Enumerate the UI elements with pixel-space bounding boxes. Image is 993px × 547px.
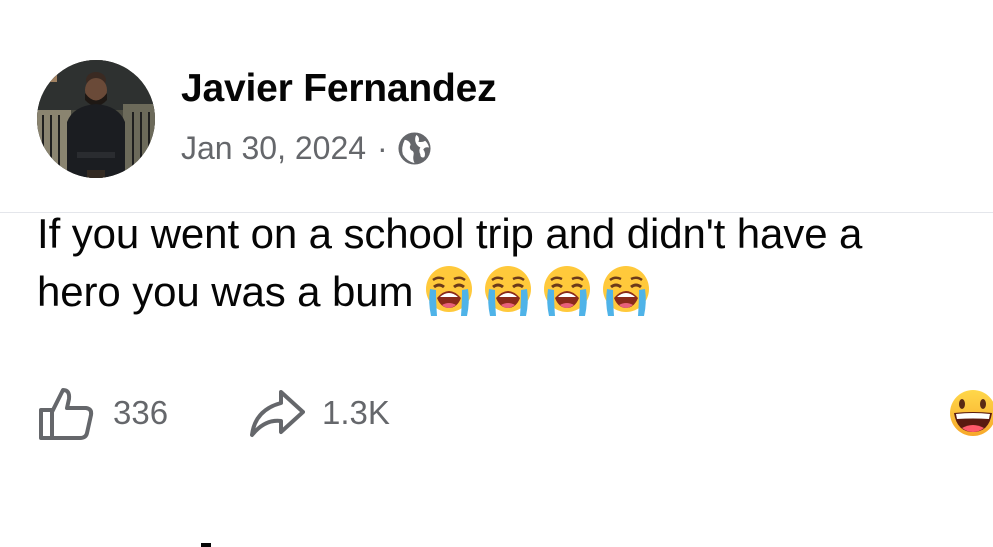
post-meta: Jan 30, 2024 · [181,128,432,168]
thumbs-up-icon [39,388,94,440]
author-name[interactable]: Javier Fernandez [181,66,497,112]
post-text-line-1: If you went on a school trip and didn't … [37,210,863,257]
partial-next-content [201,543,211,547]
loudly-crying-face-icon [485,266,532,316]
avatar-photo [37,60,155,178]
share-arrow-icon [250,390,305,437]
author-avatar[interactable] [37,60,155,178]
share-button[interactable]: 1.3K [247,384,390,442]
post-card: Javier Fernandez Jan 30, 2024 · If you w… [0,0,993,547]
loudly-crying-face-icon [544,266,591,316]
post-date[interactable]: Jan 30, 2024 [181,130,366,167]
like-button[interactable]: 336 [37,384,247,442]
emoji-group [421,262,654,318]
action-bar: 336 1.3K [37,385,390,441]
meta-separator: · [377,129,388,166]
globe-icon[interactable] [397,131,432,166]
grinning-face-emoji-icon [950,390,993,436]
loudly-crying-face-icon [426,266,473,316]
share-count: 1.3K [322,394,390,431]
loudly-crying-face-icon [603,266,650,316]
like-count: 336 [113,394,169,431]
post-body: If you went on a school trip and didn't … [37,206,993,320]
post-text-line-2-wrapper: hero you was a bum [37,262,993,320]
post-text-line-2: hero you was a bum [37,268,414,315]
reaction-button[interactable] [945,389,993,437]
